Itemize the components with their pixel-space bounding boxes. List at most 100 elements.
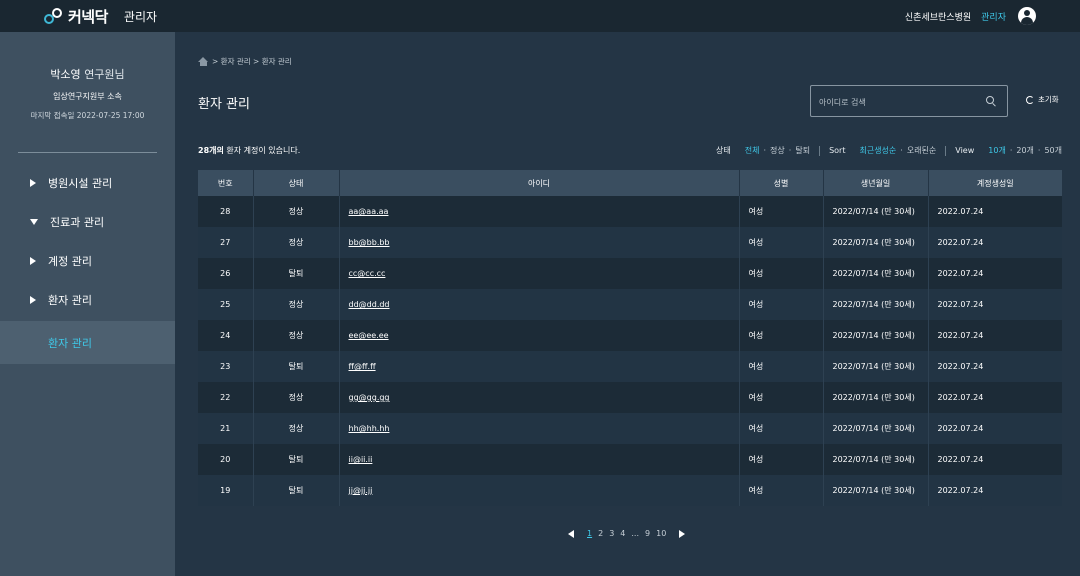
status-filter-withdrawn[interactable]: 탈퇴 [795,145,810,156]
caret-right-icon [30,178,36,187]
cell-birth: 2022/07/14 (만 30세) [823,320,929,351]
view-20[interactable]: 20개 [1016,145,1034,156]
cell-no: 26 [198,258,254,289]
patient-id-link[interactable]: bb@bb.bb [349,238,390,247]
patient-id-link[interactable]: ii@ii.ii [349,455,373,464]
patient-id-link[interactable]: gg@gg.gg [349,393,390,402]
sidebar-item-accounts[interactable]: 계정 관리 [0,241,175,280]
cell-created: 2022.07.24 [928,351,1062,382]
page-link-1[interactable]: 1 [587,529,592,538]
cell-created: 2022.07.24 [928,444,1062,475]
table-row[interactable]: 22 정상 gg@gg.gg 여성 2022/07/14 (만 30세) 202… [198,382,1062,413]
cell-created: 2022.07.24 [928,258,1062,289]
logo[interactable]: 커넥닥 [44,6,108,27]
sidebar-subitem-patients[interactable]: 환자 관리 [0,321,175,364]
filter-divider [945,145,947,156]
user-avatar-icon[interactable] [1018,7,1036,25]
separator-dot: · [788,146,792,155]
patient-id-link[interactable]: ff@ff.ff [349,362,376,371]
cell-id: hh@hh.hh [339,413,740,444]
view-10[interactable]: 10개 [988,145,1006,156]
caret-right-icon [30,295,36,304]
patient-id-link[interactable]: cc@cc.cc [349,269,386,278]
column-header-gender[interactable]: 성별 [739,170,824,196]
sidebar-menu: 병원시설 관리 진료과 관리 계정 관리 환자 관리 환자 관리 [0,163,175,364]
table-row[interactable]: 25 정상 dd@dd.dd 여성 2022/07/14 (만 30세) 202… [198,289,1062,320]
cell-created: 2022.07.24 [928,320,1062,351]
page-title: 환자 관리 [198,97,250,112]
table-row[interactable]: 26 탈퇴 cc@cc.cc 여성 2022/07/14 (만 30세) 202… [198,258,1062,289]
logo-text: 커넥닥 [68,7,108,26]
result-summary-text: 환자 계정이 있습니다. [223,146,301,155]
breadcrumb-path: > 환자 관리 > 환자 관리 [212,57,292,66]
table-row[interactable]: 19 탈퇴 jj@jj.jj 여성 2022/07/14 (만 30세) 202… [198,475,1062,506]
home-icon[interactable] [198,57,209,66]
cell-birth: 2022/07/14 (만 30세) [823,196,929,227]
table-row[interactable]: 27 정상 bb@bb.bb 여성 2022/07/14 (만 30세) 202… [198,227,1062,258]
page-link-4[interactable]: 4 [620,529,625,538]
column-header-id[interactable]: 아이디 [339,170,740,196]
table-row[interactable]: 24 정상 ee@ee.ee 여성 2022/07/14 (만 30세) 202… [198,320,1062,351]
result-count: 28개의 [198,146,224,155]
prev-page-icon[interactable] [568,529,574,538]
page-ellipsis: ... [631,529,640,538]
column-header-status[interactable]: 상태 [253,170,340,196]
cell-created: 2022.07.24 [928,413,1062,444]
sort-label: Sort [829,146,846,155]
table-row[interactable]: 21 정상 hh@hh.hh 여성 2022/07/14 (만 30세) 202… [198,413,1062,444]
cell-gender: 여성 [739,413,824,444]
cell-id: ff@ff.ff [339,351,740,382]
table-row[interactable]: 28 정상 aa@aa.aa 여성 2022/07/14 (만 30세) 202… [198,196,1062,227]
patient-id-link[interactable]: ee@ee.ee [349,331,389,340]
sort-oldest[interactable]: 오래된순 [907,145,936,156]
cell-created: 2022.07.24 [928,475,1062,506]
status-filter-all[interactable]: 전체 [745,145,760,156]
cell-id: dd@dd.dd [339,289,740,320]
sort-newest[interactable]: 최근생성순 [859,145,896,156]
view-50[interactable]: 50개 [1044,145,1062,156]
sidebar-item-patients[interactable]: 환자 관리 [0,280,175,319]
table-header-row: 번호 상태 아이디 성별 생년월일 계정생성일 [198,170,1062,196]
column-header-no[interactable]: 번호 [198,170,254,196]
sidebar-divider [18,152,157,153]
cell-birth: 2022/07/14 (만 30세) [823,413,929,444]
sidebar-item-departments[interactable]: 진료과 관리 [0,202,175,241]
search-input[interactable] [819,94,979,110]
table-row[interactable]: 23 탈퇴 ff@ff.ff 여성 2022/07/14 (만 30세) 202… [198,351,1062,382]
separator-dot: · [1037,146,1041,155]
cell-status: 탈퇴 [253,444,340,475]
patient-id-link[interactable]: aa@aa.aa [349,207,389,216]
cell-birth: 2022/07/14 (만 30세) [823,289,929,320]
cell-gender: 여성 [739,444,824,475]
page-link-9[interactable]: 9 [645,529,650,538]
cell-gender: 여성 [739,320,824,351]
cell-gender: 여성 [739,475,824,506]
page-link-2[interactable]: 2 [598,529,603,538]
column-header-birth[interactable]: 생년월일 [823,170,929,196]
section-label: 관리자 [123,9,158,24]
reset-button[interactable]: 초기화 [1026,94,1059,105]
patient-id-link[interactable]: dd@dd.dd [349,300,390,309]
cell-no: 19 [198,475,254,506]
profile-title: 연구원님 [84,68,125,81]
search-box [810,85,1008,117]
cell-status: 탈퇴 [253,258,340,289]
sidebar-item-facilities[interactable]: 병원시설 관리 [0,163,175,202]
top-bar: 커넥닥 관리자 신촌세브란스병원 관리자 [0,0,1080,32]
cell-gender: 여성 [739,351,824,382]
page-link-10[interactable]: 10 [656,529,666,538]
next-page-icon[interactable] [679,529,686,538]
cell-status: 정상 [253,320,340,351]
refresh-icon [1026,95,1034,104]
cell-gender: 여성 [739,196,824,227]
cell-gender: 여성 [739,289,824,320]
cell-gender: 여성 [739,258,824,289]
column-header-created[interactable]: 계정생성일 [928,170,1062,196]
search-icon[interactable] [986,96,996,107]
page-link-3[interactable]: 3 [609,529,614,538]
status-filter-normal[interactable]: 정상 [770,145,785,156]
patient-id-link[interactable]: hh@hh.hh [349,424,390,433]
sidebar-item-label: 병원시설 관리 [48,176,113,190]
table-row[interactable]: 20 탈퇴 ii@ii.ii 여성 2022/07/14 (만 30세) 202… [198,444,1062,475]
patient-id-link[interactable]: jj@jj.jj [349,486,373,495]
